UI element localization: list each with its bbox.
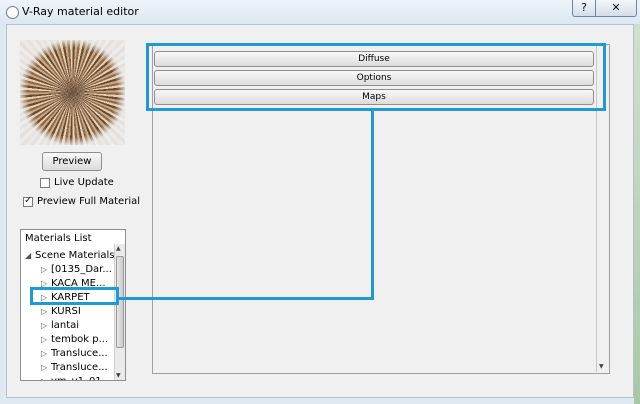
collapsed-triangle-icon[interactable]: ▷ <box>41 321 51 330</box>
scroll-up-arrow-icon[interactable]: ▲ <box>116 245 121 252</box>
karpet-highlight-box <box>30 287 119 305</box>
material-preview-image <box>20 40 125 145</box>
tree-item-label: [0135_Dar... <box>51 264 112 275</box>
collapsed-triangle-icon[interactable]: ▷ <box>41 265 51 274</box>
preview-button[interactable]: Preview <box>42 152 102 171</box>
help-button[interactable]: ? <box>572 0 596 17</box>
tree-item-label: Transluce... <box>51 362 108 373</box>
preview-full-material-label: Preview Full Material <box>37 196 141 207</box>
tree-item-label: KURSI <box>51 306 81 317</box>
collapsed-triangle-icon[interactable]: ▷ <box>41 363 51 372</box>
tree-item[interactable]: ▷vm_v1_01 <box>41 376 102 380</box>
collapsed-triangle-icon[interactable]: ▷ <box>41 377 51 380</box>
live-update-checkbox[interactable] <box>40 177 50 188</box>
collapsed-triangle-icon[interactable]: ▷ <box>41 335 51 344</box>
tree-item[interactable]: ▷ KURSI <box>41 306 81 317</box>
materials-list: Materials List ◢ Scene Materials ▷ [0135_… <box>20 229 126 381</box>
tree-item[interactable]: ▷ tembok p... <box>41 334 108 345</box>
tree-item-label: vm_v1_01 <box>51 376 102 380</box>
tree-root-label: Scene Materials <box>35 250 115 261</box>
app-icon <box>6 6 19 19</box>
close-button[interactable]: ✕ <box>595 0 637 17</box>
collapsed-triangle-icon[interactable]: ▷ <box>41 349 51 358</box>
sections-highlight-box <box>146 43 606 111</box>
collapsed-triangle-icon[interactable]: ▷ <box>41 307 51 316</box>
materials-list-scrollbar[interactable]: ▲ ▼ <box>114 244 125 380</box>
tree-root-scene-materials[interactable]: ◢ Scene Materials <box>25 250 115 261</box>
annotation-connector-vertical <box>371 109 374 300</box>
scroll-down-arrow-icon[interactable]: ▼ <box>116 372 121 379</box>
preview-full-material-checkbox[interactable] <box>23 195 33 207</box>
tree-item-label: Transluce... <box>51 348 108 359</box>
tree-item[interactable]: ▷ Transluce... <box>41 348 108 359</box>
tree-item-label: lantai <box>51 320 80 331</box>
live-update-option[interactable]: Live Update <box>40 177 114 188</box>
scroll-down-arrow-icon[interactable]: ▼ <box>599 363 604 370</box>
tree-item[interactable]: ▷ lantai <box>41 320 79 331</box>
tree-item-label: tembok p... <box>51 334 109 345</box>
live-update-label: Live Update <box>54 177 114 188</box>
window-title: V-Ray material editor <box>22 5 139 18</box>
tree-item[interactable]: ▷ Transluce... <box>41 362 108 373</box>
title-bar: V-Ray material editor ? ✕ <box>0 0 640 24</box>
expanded-triangle-icon[interactable]: ◢ <box>25 251 35 260</box>
annotation-connector-horizontal <box>118 297 374 300</box>
tree-item[interactable]: ▷ [0135_Dar... <box>41 264 112 275</box>
preview-full-material-option[interactable]: Preview Full Material <box>23 195 141 207</box>
materials-list-header: Materials List <box>25 233 92 244</box>
background-strip <box>634 24 640 404</box>
